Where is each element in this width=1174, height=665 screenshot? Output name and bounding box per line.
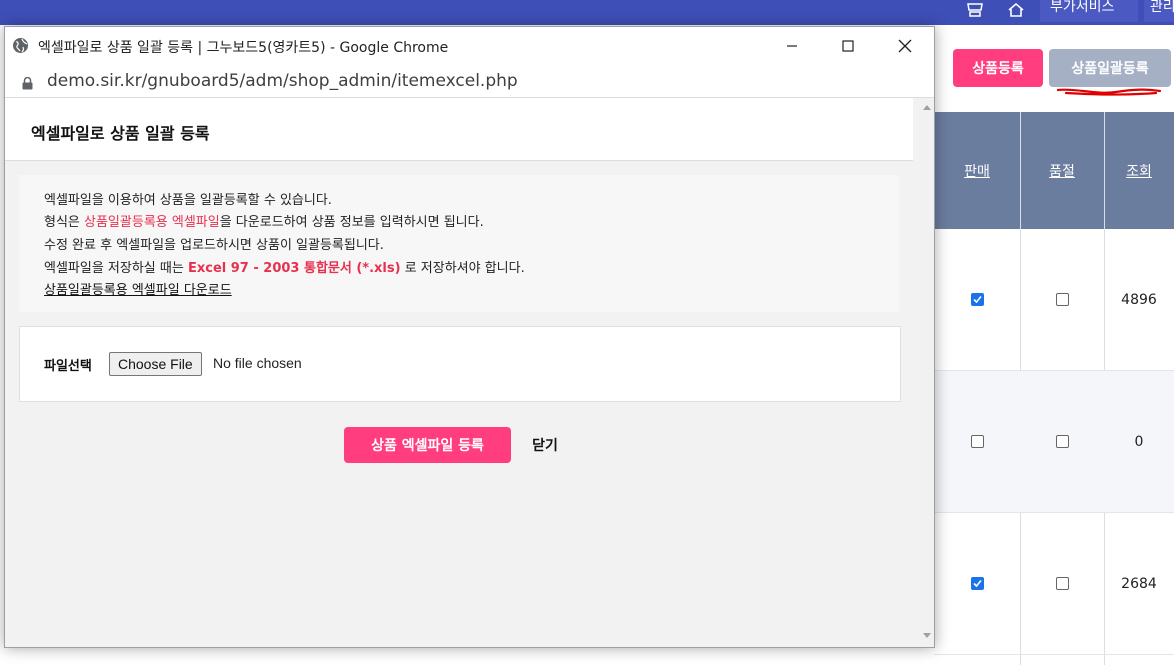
item-table-header: 판매 품절 조회 xyxy=(934,112,1174,229)
lock-icon xyxy=(22,75,33,94)
info-box: 엑셀파일을 이용하여 상품을 일괄등록할 수 있습니다. 형식은 상품일괄등록용… xyxy=(19,175,899,312)
vertical-scrollbar[interactable] xyxy=(920,98,934,647)
info-text: 로 저장하셔야 합니다. xyxy=(400,261,525,276)
info-text: 엑셀파일을 저장하실 때는 xyxy=(44,261,188,276)
sale-checkbox[interactable] xyxy=(970,293,984,306)
info-highlight: Excel 97 - 2003 통합문서 (*.xls) xyxy=(187,261,401,276)
file-select-label: 파일선택 xyxy=(44,359,92,374)
views-count: 2684 xyxy=(1121,575,1157,592)
upload-excel-button[interactable]: 상품 엑셀파일 등록 xyxy=(344,427,511,463)
info-text: 을 다운로드하여 상품 정보를 입력하시면 됩니다. xyxy=(219,215,484,230)
soldout-checkbox[interactable] xyxy=(1055,577,1069,590)
table-row: 4896 xyxy=(934,229,1174,370)
globe-icon xyxy=(12,37,29,58)
item-register-button[interactable]: 상품등록 xyxy=(953,49,1043,87)
column-soldout[interactable]: 품절 xyxy=(1020,112,1104,229)
close-button[interactable]: 닫기 xyxy=(517,427,573,463)
shop-icon[interactable] xyxy=(964,0,986,20)
heading-box: 엑셀파일로 상품 일괄 등록 xyxy=(5,98,913,161)
bulk-register-button[interactable]: 상품일괄등록 xyxy=(1049,49,1171,87)
admin-top-bar: 부가서비스 관리 xyxy=(0,0,1174,25)
info-highlight: 상품일괄등록용 엑셀파일 xyxy=(84,215,220,230)
soldout-checkbox[interactable] xyxy=(1055,293,1069,306)
maximize-icon[interactable] xyxy=(828,31,868,61)
soldout-checkbox[interactable] xyxy=(1055,435,1069,448)
views-count: 0 xyxy=(1134,433,1144,450)
sale-checkbox[interactable] xyxy=(970,435,984,448)
info-line: 엑셀파일을 저장하실 때는 Excel 97 - 2003 통합문서 (*.xl… xyxy=(44,257,525,276)
info-line: 형식은 상품일괄등록용 엑셀파일을 다운로드하여 상품 정보를 입력하시면 됩니… xyxy=(44,211,484,230)
extra-services-button[interactable]: 부가서비스 xyxy=(1040,0,1138,22)
table-row: 0 xyxy=(934,371,1174,512)
file-select-box: 파일선택 Choose File No file chosen xyxy=(19,326,901,402)
url-text[interactable]: demo.sir.kr/gnuboard5/adm/shop_admin/ite… xyxy=(47,71,518,91)
window-title-bar[interactable]: 엑셀파일로 상품 일괄 등록 | 그누보드5(영카트5) - Google Ch… xyxy=(5,27,934,65)
popup-content: 엑셀파일로 상품 일괄 등록 엑셀파일을 이용하여 상품을 일괄등록할 수 있습… xyxy=(5,98,920,647)
info-line: 엑셀파일을 이용하여 상품을 일괄등록할 수 있습니다. xyxy=(44,193,332,208)
row-divider xyxy=(934,654,1174,655)
close-icon[interactable] xyxy=(885,31,925,61)
minimize-icon[interactable] xyxy=(772,31,812,61)
scroll-down-icon[interactable] xyxy=(923,633,931,638)
info-line: 수정 완료 후 엑셀파일을 업로드하시면 상품이 일괄등록됩니다. xyxy=(44,238,384,253)
scroll-up-icon[interactable] xyxy=(923,105,931,110)
views-count: 4896 xyxy=(1121,291,1157,308)
address-bar[interactable]: demo.sir.kr/gnuboard5/adm/shop_admin/ite… xyxy=(5,65,934,98)
window-title: 엑셀파일로 상품 일괄 등록 | 그누보드5(영카트5) - Google Ch… xyxy=(38,40,449,56)
download-excel-link[interactable]: 상품일괄등록용 엑셀파일 다운로드 xyxy=(44,279,232,298)
page-title: 엑셀파일로 상품 일괄 등록 xyxy=(31,124,210,143)
red-underline-annotation xyxy=(1056,88,1162,96)
sale-checkbox[interactable] xyxy=(970,577,984,590)
choose-file-button[interactable]: Choose File xyxy=(109,352,202,376)
popup-window: 엑셀파일로 상품 일괄 등록 | 그누보드5(영카트5) - Google Ch… xyxy=(4,26,935,648)
column-sale[interactable]: 판매 xyxy=(934,112,1020,229)
table-row: 2684 xyxy=(934,513,1174,654)
admin-button[interactable]: 관리 xyxy=(1144,0,1174,22)
file-status: No file chosen xyxy=(213,355,302,371)
home-icon[interactable] xyxy=(1005,0,1027,20)
info-text: 형식은 xyxy=(44,215,85,230)
column-views[interactable]: 조회 xyxy=(1104,112,1174,229)
